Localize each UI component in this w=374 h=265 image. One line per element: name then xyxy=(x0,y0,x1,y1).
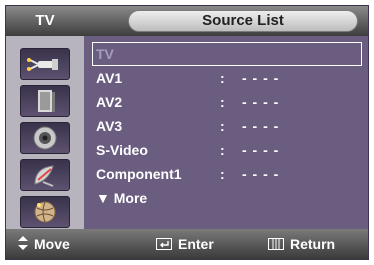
antenna-input-icon[interactable] xyxy=(20,48,70,80)
source-edit-name: - - - - xyxy=(242,166,280,182)
source-name: S-Video xyxy=(96,142,148,158)
menu-footer: Move Enter Return xyxy=(6,229,368,259)
source-item-av2[interactable]: AV2 : - - - - xyxy=(92,90,362,114)
up-down-icon xyxy=(18,230,28,259)
move-label: Move xyxy=(34,236,70,252)
enter-hint: Enter xyxy=(156,229,214,259)
menu-sidebar xyxy=(6,36,84,230)
enter-icon xyxy=(156,230,172,259)
source-name: Component1 xyxy=(96,166,182,182)
speaker-icon[interactable] xyxy=(20,85,70,117)
source-name: AV3 xyxy=(96,118,123,134)
source-list: TV AV1 : - - - - AV2 : - - - - AV3 : - -… xyxy=(84,36,368,230)
source-item-tv[interactable]: TV xyxy=(92,42,362,66)
more-label: ▼ More xyxy=(96,190,148,206)
move-hint: Move xyxy=(18,229,70,259)
source-separator: : xyxy=(220,94,225,110)
source-item-s-video[interactable]: S-Video : - - - - xyxy=(92,138,362,162)
source-separator: : xyxy=(220,142,225,158)
source-separator: : xyxy=(220,118,225,134)
source-name: TV xyxy=(96,46,114,62)
source-edit-name: - - - - xyxy=(242,142,280,158)
source-separator: : xyxy=(220,166,225,182)
source-name: AV1 xyxy=(96,70,123,86)
menu-title: Source List xyxy=(128,10,358,32)
globe-icon[interactable] xyxy=(20,196,70,228)
source-edit-name: - - - - xyxy=(242,70,280,86)
return-label: Return xyxy=(290,236,336,252)
source-item-component1[interactable]: Component1 : - - - - xyxy=(92,162,362,186)
mode-label: TV xyxy=(35,12,55,29)
satellite-dish-icon[interactable] xyxy=(20,159,70,191)
source-separator: : xyxy=(220,70,225,86)
source-edit-name: - - - - xyxy=(242,118,280,134)
source-edit-name: - - - - xyxy=(242,94,280,110)
more-item[interactable]: ▼ More xyxy=(92,186,362,210)
enter-label: Enter xyxy=(178,236,214,252)
disc-icon[interactable] xyxy=(20,122,70,154)
osd-menu: TV Source List TV AV1: - - - - AV2: - … xyxy=(5,5,369,260)
source-item-av1[interactable]: AV1 : - - - - xyxy=(92,66,362,90)
return-hint: Return xyxy=(268,229,335,259)
return-icon xyxy=(268,230,284,259)
source-name: AV2 xyxy=(96,94,123,110)
menu-header: TV Source List xyxy=(6,6,368,36)
source-item-av3[interactable]: AV3 : - - - - xyxy=(92,114,362,138)
